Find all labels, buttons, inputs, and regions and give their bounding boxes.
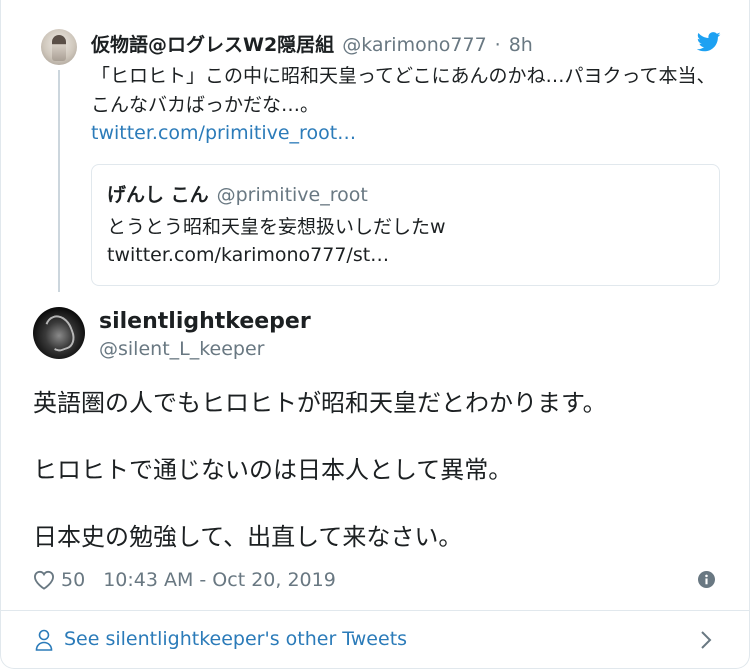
main-tweet-text-line-2: ヒロヒトで通じないのは日本人として異常。	[33, 456, 513, 484]
like-count[interactable]: 50	[61, 569, 85, 591]
thread-line	[58, 70, 60, 292]
quoted-tweet-header: げんし こん @primitive_root	[107, 180, 368, 207]
main-handle[interactable]: @silent_L_keeper	[99, 338, 265, 360]
main-tweet-text-line-3: 日本史の勉強して、出直して来なさい。	[33, 523, 463, 551]
quoted-display-name: げんし こん	[107, 184, 209, 206]
tweet-embed-card: 仮物語@ログレスW2隠居組 @karimono777 · 8h 「ヒロヒト」この…	[0, 0, 750, 669]
quoted-handle: @primitive_root	[216, 184, 368, 206]
see-other-tweets-link[interactable]: See silentlightkeeper's other Tweets	[1, 611, 750, 669]
quoted-tweet[interactable]: げんし こん @primitive_root とうとう昭和天皇を妄想扱いしだした…	[91, 164, 720, 286]
main-tweet-text-line-1: 英語圏の人でもヒロヒトが昭和天皇だとわかります。	[33, 389, 607, 417]
twitter-bird-icon[interactable]	[697, 32, 721, 52]
parent-display-name[interactable]: 仮物語@ログレスW2隠居組	[91, 30, 334, 57]
heart-icon[interactable]	[33, 570, 55, 590]
parent-tweet-link[interactable]: twitter.com/primitive_root…	[91, 122, 356, 144]
info-icon[interactable]	[698, 571, 715, 588]
parent-handle[interactable]: @karimono777	[342, 34, 486, 56]
quoted-tweet-text: とうとう昭和天皇を妄想扱いしだしたw	[107, 216, 446, 238]
parent-avatar[interactable]	[41, 29, 77, 65]
parent-tweet-header: 仮物語@ログレスW2隠居組 @karimono777 · 8h	[91, 30, 533, 58]
tweet-meta: 50 10:43 AM - Oct 20, 2019	[33, 567, 336, 593]
quoted-tweet-link: twitter.com/karimono777/st…	[107, 244, 390, 266]
see-other-tweets-label: See silentlightkeeper's other Tweets	[64, 628, 408, 650]
separator-dot: ·	[494, 34, 501, 56]
chevron-right-icon	[701, 631, 712, 649]
main-display-name[interactable]: silentlightkeeper	[99, 309, 311, 334]
parent-tweet-text: 「ヒロヒト」この中に昭和天皇ってどこにあんのかね…パヨクって本当、こんなバカばっ…	[91, 65, 716, 116]
main-timestamp[interactable]: 10:43 AM - Oct 20, 2019	[103, 569, 336, 591]
person-icon	[35, 629, 53, 651]
main-avatar[interactable]	[33, 307, 85, 359]
parent-timestamp[interactable]: 8h	[509, 34, 533, 56]
